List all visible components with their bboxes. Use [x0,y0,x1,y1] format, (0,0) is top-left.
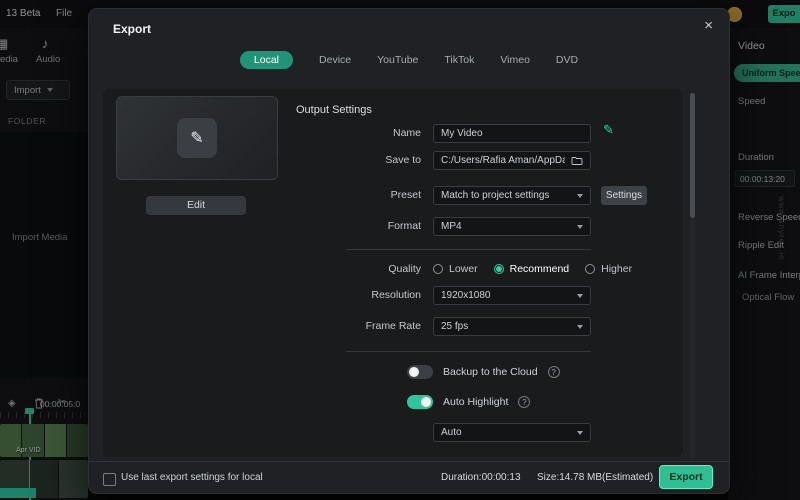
auto-highlight-row: Auto Highlight ? [407,394,530,410]
preset-value: Match to project settings [441,190,571,201]
name-value: My Video [441,128,583,139]
resolution-label: Resolution [296,286,421,305]
scrollbar-thumb[interactable] [690,93,695,218]
section-divider [346,351,591,352]
name-label: Name [296,124,421,143]
folder-icon[interactable] [571,156,583,166]
chevron-down-icon [577,194,583,198]
radio-icon[interactable] [433,264,443,274]
frame-rate-dropdown[interactable]: 25 fps [433,317,591,336]
export-dialog: Export × Local Device YouTube TikTok Vim… [88,8,730,494]
frame-rate-value: 25 fps [441,321,571,332]
quality-higher-label: Higher [601,263,632,275]
tab-vimeo[interactable]: Vimeo [500,51,530,69]
export-size-text: Size:14.78 MB(Estimated) [537,472,653,483]
quality-recommend-label: Recommend [510,263,570,275]
ai-rename-pen-icon[interactable]: ✎ [603,122,614,138]
resolution-value: 1920x1080 [441,290,571,301]
backup-cloud-toggle[interactable] [407,365,433,379]
chevron-down-icon [577,431,583,435]
chevron-down-icon [577,294,583,298]
settings-button[interactable]: Settings [601,186,647,205]
use-last-settings-label: Use last export settings for local [121,472,263,483]
auto-highlight-mode-dropdown[interactable]: Auto [433,423,591,442]
help-question-icon[interactable]: ? [518,396,530,408]
chevron-down-icon [577,325,583,329]
tab-tiktok[interactable]: TikTok [444,51,474,69]
tab-local[interactable]: Local [240,51,293,69]
export-button[interactable]: Export [659,465,713,489]
quality-radio-group: Lower Recommend Higher [433,261,648,277]
backup-cloud-row: Backup to the Cloud ? [407,364,560,380]
footer-divider [89,461,729,462]
format-value: MP4 [441,221,571,232]
dialog-title: Export [113,22,151,36]
quality-label: Quality [296,261,421,277]
tab-device[interactable]: Device [319,51,351,69]
tab-dvd[interactable]: DVD [556,51,578,69]
use-last-settings-checkbox[interactable] [103,473,116,486]
backup-cloud-label: Backup to the Cloud [443,366,538,378]
format-dropdown[interactable]: MP4 [433,217,591,236]
scrollbar[interactable] [690,93,695,459]
quality-option-lower[interactable]: Lower [433,263,478,275]
auto-highlight-mode-value: Auto [441,427,571,438]
application-window: 13 Beta File Expo ▦ ♪ edia Audio Import … [0,0,800,500]
preset-dropdown[interactable]: Match to project settings [433,186,591,205]
edit-button[interactable]: Edit [146,196,246,215]
resolution-dropdown[interactable]: 1920x1080 [433,286,591,305]
auto-highlight-label: Auto Highlight [443,396,508,408]
radio-selected-icon[interactable] [494,264,504,274]
help-question-icon[interactable]: ? [548,366,560,378]
preset-label: Preset [296,186,421,205]
save-to-label: Save to [296,151,421,170]
auto-highlight-toggle[interactable] [407,395,433,409]
chevron-down-icon [577,225,583,229]
section-divider [346,249,591,250]
radio-icon[interactable] [585,264,595,274]
video-preview-thumbnail: ✎ [116,96,278,180]
export-duration-text: Duration:00:00:13 [441,472,521,483]
frame-rate-label: Frame Rate [296,317,421,336]
save-to-input[interactable]: C:/Users/Rafia Aman/AppData [433,151,591,170]
name-input[interactable]: My Video [433,124,591,143]
edit-pencil-icon[interactable]: ✎ [177,118,217,158]
tab-youtube[interactable]: YouTube [377,51,418,69]
export-destination-tabs: Local Device YouTube TikTok Vimeo DVD [89,51,729,69]
output-settings-heading: Output Settings [296,104,372,116]
quality-lower-label: Lower [449,263,478,275]
save-to-value: C:/Users/Rafia Aman/AppData [441,155,565,166]
close-icon[interactable]: × [704,17,713,34]
format-label: Format [296,217,421,236]
quality-option-higher[interactable]: Higher [585,263,632,275]
quality-option-recommend[interactable]: Recommend [494,263,570,275]
